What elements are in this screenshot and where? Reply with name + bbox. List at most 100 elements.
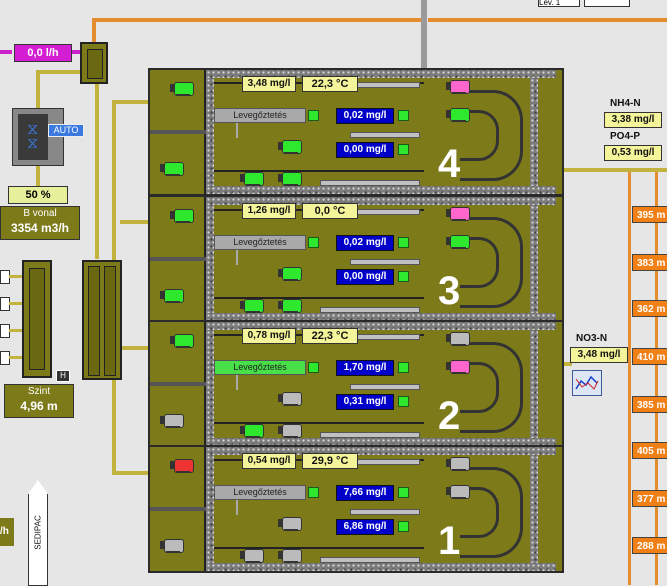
tank-4-motor-b[interactable] [446,78,470,94]
tank-2-motor-a[interactable] [170,332,194,348]
tank-3-value-1: 0,02 mg/l [336,235,394,251]
tank-4-value-1: 0,02 mg/l [336,108,394,124]
right-value-7: 377 m [632,490,667,507]
orange-pipe-top-v [92,18,96,44]
tank-1-motor-f[interactable] [278,515,302,531]
orange-pipe-right-v2 [655,170,658,585]
top-right-field[interactable] [584,0,630,7]
tank-1-motor-e[interactable] [160,537,184,553]
tank-2-motor-e[interactable] [160,412,184,428]
no3-label: NO3-N [576,333,608,344]
tank-3-number: 3 [438,269,461,313]
po4-label: PO4-P [610,131,641,142]
tank-4-o2: 3,48 mg/l [242,76,296,92]
b-line-label: B vonal [23,208,57,219]
tank-1-number: 1 [438,519,461,563]
tank-2-motor-f[interactable] [278,390,302,406]
yellow-pipe-feed-top [112,100,148,104]
tank-4-motor-a[interactable] [170,80,194,96]
nh4-value: 3,38 mg/l [604,112,662,128]
tank-3-motor-d[interactable] [446,233,470,249]
tank-2-motor-d[interactable] [446,358,470,374]
tank-1-motor-b[interactable] [446,455,470,471]
flow-rate-badge: 0,0 l/h [14,44,72,62]
magenta-pipe-left [0,50,12,54]
right-value-2: 383 m [632,254,667,271]
level-panel: Szint 4,96 m [4,384,74,418]
tank-1-motor-a[interactable] [170,457,194,473]
tank-1-motor-g[interactable] [240,547,264,563]
valve-percent: 50 % [8,186,68,204]
yellow-pipe-mid-bot [120,346,148,350]
right-value-4: 410 m [632,348,667,365]
tank-3-motor-c[interactable] [278,297,302,313]
level-value: 4,96 m [20,399,58,413]
tank-4-motor-f[interactable] [278,138,302,154]
yellow-pipe-mid-top [120,220,148,224]
level-label: Szint [27,386,51,397]
tank-2: 0,78 mg/l 22,3 °C Levegőztetés 1,70 mg/l 0,3… [148,320,564,448]
nh4-label: NH4-N [610,98,641,109]
tank-2-aeration-led [308,362,319,373]
tank-1-aeration-button[interactable]: Levegőztetés [214,485,306,500]
sedipac-tank [22,260,52,378]
tank-2-o2: 0,78 mg/l [242,328,296,344]
yellow-pipe-vertical-right [95,84,99,259]
no3-value: 3,48 mg/l [570,347,628,363]
right-value-5: 385 m [632,396,667,413]
distributor-box-top [80,42,108,84]
tank-4-temp: 22,3 °C [302,76,358,92]
tank-3-motor-g[interactable] [240,297,264,313]
tank-2-value-2: 0,31 mg/l [336,394,394,410]
tank-2-motor-c[interactable] [278,422,302,438]
tank-4-motor-g[interactable] [240,170,264,186]
tank-4: 3,48 mg/l 22,3 °C Levegőztetés 0,02 mg/l 0,0… [148,68,564,196]
distribution-channel [82,260,122,380]
level-marker: H [56,370,70,382]
tank-3-led-1 [398,237,409,248]
tank-3-motor-a[interactable] [170,207,194,223]
tank-1-value-2: 6,86 mg/l [336,519,394,535]
tank-3-o2: 1,26 mg/l [242,203,296,219]
tank-3-motor-b[interactable] [446,205,470,221]
tank-2-motor-g[interactable] [240,422,264,438]
tank-3-motor-f[interactable] [278,265,302,281]
valve-panel[interactable]: ⧖ ⧖ [12,108,64,166]
orange-pipe-top [92,18,421,22]
auto-badge[interactable]: AUTO [48,124,84,137]
tank-2-led-1 [398,362,409,373]
tank-4-aeration-button[interactable]: Levegőztetés [214,108,306,123]
left-edge-box: /h [0,518,14,546]
orange-pipe-right-v [628,170,631,585]
tank-1: 0,54 mg/l 29,9 °C Levegőztetés 7,66 mg/l 6,8… [148,445,564,573]
tank-3-motor-e[interactable] [160,287,184,303]
tank-1-aeration-led [308,487,319,498]
tank-2-led-2 [398,396,409,407]
right-value-1: 395 m [632,206,667,223]
trend-chart-icon[interactable] [572,370,602,396]
tank-2-motor-b[interactable] [446,330,470,346]
tank-1-motor-c[interactable] [278,547,302,563]
level-select-field[interactable]: Lev. 1 [538,0,580,7]
tank-4-number: 4 [438,142,461,186]
b-line-value: 3354 m3/h [10,221,70,235]
tank-1-motor-d[interactable] [446,483,470,499]
inflow-pipes [0,270,22,365]
tank-4-led-2 [398,144,409,155]
tank-2-aeration-button[interactable]: Levegőztetés [214,360,306,375]
tank-4-motor-e[interactable] [160,160,184,176]
valve-icon: ⧖ ⧖ [27,121,39,152]
tank-3-temp: 0,0 °C [302,203,358,219]
tank-4-motor-c[interactable] [278,170,302,186]
yellow-pipe-v1 [36,70,40,110]
tank-4-motor-d[interactable] [446,106,470,122]
tank-4-aeration-led [308,110,319,121]
orange-pipe-right [428,18,667,22]
b-line-panel: B vonal 3354 m3/h [0,206,80,240]
tank-3-aeration-button[interactable]: Levegőztetés [214,235,306,250]
sedipac-arrow[interactable]: SEDIPAC [28,480,48,586]
tank-1-value-1: 7,66 mg/l [336,485,394,501]
right-value-3: 362 m [632,300,667,317]
tank-3-aeration-led [308,237,319,248]
yellow-pipe-v2 [36,164,40,186]
